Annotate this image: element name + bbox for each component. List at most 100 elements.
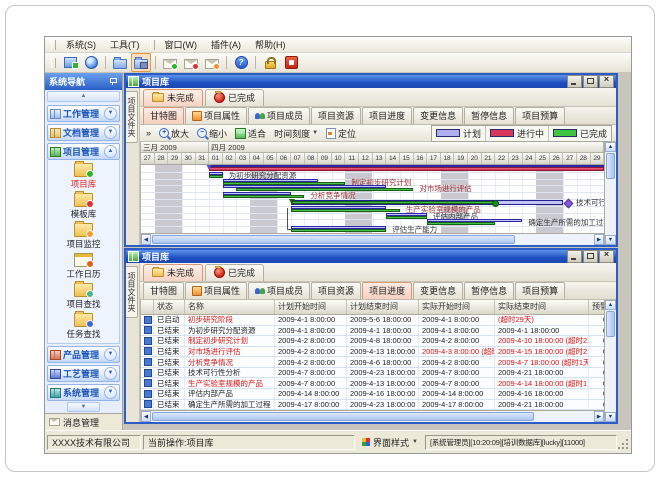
gantt-bar[interactable] — [291, 201, 495, 204]
sidebar-nav-item[interactable]: 项目库 — [48, 162, 119, 192]
sidebar-nav-item[interactable]: 项目文档查找 — [48, 342, 119, 344]
close-button[interactable] — [599, 250, 614, 263]
project-folders-tab[interactable]: 项目文件夹 — [126, 91, 138, 143]
view-tab[interactable]: 项目资源 — [311, 282, 361, 299]
mail-manage-button[interactable] — [202, 53, 222, 72]
scrollbar-thumb[interactable] — [606, 311, 615, 337]
toolbar-grip[interactable] — [51, 58, 56, 68]
view-tab[interactable]: 暂停信息 — [464, 282, 514, 299]
table-vertical-scrollbar[interactable]: ▲ ▼ — [604, 300, 616, 422]
sidebar-nav-item[interactable]: 项目查找 — [48, 282, 119, 312]
sidebar-section-work[interactable]: 工作管理 ▼ — [47, 105, 120, 122]
status-tab[interactable]: 未完成 — [143, 264, 203, 281]
status-tab[interactable]: 已完成 — [205, 89, 264, 106]
locate-button[interactable]: 定位 — [324, 127, 358, 140]
timescale-button[interactable]: 时间刻度▼ — [272, 127, 320, 140]
scroll-up-icon[interactable]: ▲ — [605, 142, 616, 152]
toolbar-more-button[interactable]: » — [144, 128, 153, 138]
table-row[interactable]: 已结束 对市场进行评估 2009-4-2 8:00:00 2009-4-13 1… — [141, 347, 604, 358]
scrollbar-thumb[interactable] — [152, 412, 534, 421]
chevron-down-icon[interactable]: ▼ — [104, 386, 117, 399]
header-name[interactable]: 名称 — [185, 300, 275, 314]
zoom-in-button[interactable]: +放大 — [157, 127, 191, 140]
ui-style-button[interactable]: 界面样式 ▼ — [357, 435, 423, 450]
exit-button[interactable] — [281, 53, 301, 72]
fit-button[interactable]: ↔适合 — [233, 127, 268, 140]
mail-send-button[interactable] — [181, 53, 201, 72]
sidebar-nav-item[interactable]: 模板库 — [48, 192, 119, 222]
view-tab[interactable]: 变更信息 — [413, 282, 463, 299]
table-row[interactable]: 已结束 评估内部产品 2009-4-14 8:00:00 2009-4-16 1… — [141, 389, 604, 400]
restore-button[interactable] — [583, 250, 598, 263]
network-button[interactable] — [81, 53, 101, 72]
sidebar-section-doc[interactable]: 文档管理 ▼ — [47, 124, 120, 141]
menu-tools[interactable]: 工具(T) — [103, 37, 147, 52]
chevron-down-icon[interactable]: ▼ — [104, 348, 117, 361]
window-title-bar[interactable]: 项目库 — [126, 75, 616, 88]
minimize-button[interactable] — [567, 250, 582, 263]
header-plan-start[interactable]: 计划开始时间 — [275, 300, 347, 314]
table-row[interactable]: 已结束 为初步研究分配资源 2009-4-1 8:00:00 2009-4-1 … — [141, 326, 604, 337]
scroll-down-icon[interactable]: ▼ — [605, 412, 616, 422]
gantt-bar[interactable] — [209, 175, 223, 178]
status-tab[interactable]: 未完成 — [143, 89, 203, 106]
resize-grip[interactable] — [619, 434, 629, 450]
table-row[interactable]: 已结束 制定初步研究计划 2009-4-2 8:00:00 2009-4-8 1… — [141, 336, 604, 347]
gantt-horizontal-scrollbar[interactable]: ◀ ▶ — [141, 233, 604, 245]
view-tab[interactable]: 项目属性 — [185, 282, 247, 299]
save-folder-button[interactable] — [131, 53, 151, 72]
sidebar-nav-item[interactable]: 任务查找 — [48, 312, 119, 342]
window-title-bar[interactable]: 项目库 — [126, 250, 616, 263]
restore-button[interactable] — [583, 75, 598, 88]
view-tab[interactable]: 项目进度 — [362, 107, 412, 124]
gantt-bar[interactable] — [223, 195, 305, 198]
workstation-button[interactable] — [60, 53, 80, 72]
scroll-down-icon[interactable]: ▼ — [605, 235, 616, 245]
menu-system[interactable]: 系统(S) — [59, 37, 103, 52]
gantt-bar[interactable] — [291, 229, 386, 232]
sidebar-section-project[interactable]: 项目管理 ▲ — [47, 143, 120, 160]
scroll-right-icon[interactable]: ▶ — [594, 234, 604, 245]
help-button[interactable]: ? — [231, 53, 251, 72]
header-plan-end[interactable]: 计划结束时间 — [347, 300, 419, 314]
sidebar-nav-item[interactable]: 项目监控 — [48, 222, 119, 252]
view-tab[interactable]: 项目属性 — [185, 107, 247, 124]
scrollbar-thumb[interactable] — [152, 235, 515, 244]
view-tab[interactable]: 项目预算 — [515, 107, 565, 124]
gantt-bar[interactable] — [386, 216, 427, 219]
view-tab[interactable]: 项目成员 — [248, 107, 310, 124]
view-tab[interactable]: 变更信息 — [413, 107, 463, 124]
sidebar-nav-item[interactable]: 工作日历 — [48, 252, 119, 282]
header-status[interactable]: 状态 — [154, 300, 185, 314]
gantt-body[interactable]: 为初步研究分配资源制定初步研究计划对市场进行评估分析竞争情况技术可行性分析生产实… — [141, 165, 604, 233]
lock-button[interactable] — [260, 53, 280, 72]
view-tab[interactable]: 甘特图 — [143, 107, 184, 124]
view-tab[interactable]: 项目进度 — [362, 282, 412, 299]
sidebar-section-process[interactable]: 工艺管理 ▼ — [47, 365, 120, 382]
sidebar-scroll-more-button[interactable]: ▼ — [67, 402, 100, 412]
view-tab[interactable]: 项目成员 — [248, 282, 310, 299]
scrollbar-thumb[interactable] — [606, 153, 615, 179]
view-tab[interactable]: 项目资源 — [311, 107, 361, 124]
header-actual-start[interactable]: 实际开始时间 — [419, 300, 495, 314]
project-folders-tab[interactable]: 项目文件夹 — [126, 266, 138, 318]
header-warning[interactable]: 预警 — [589, 300, 604, 314]
table-row[interactable]: 已结束 技术可行性分析 2009-4-7 8:00:00 2009-4-23 1… — [141, 368, 604, 379]
scroll-left-icon[interactable]: ◀ — [141, 411, 151, 422]
menu-grip[interactable] — [51, 40, 56, 50]
header-actual-end[interactable]: 实际结束时间 — [495, 300, 589, 314]
chevron-down-icon[interactable]: ▼ — [104, 367, 117, 380]
view-tab[interactable]: 项目预算 — [515, 282, 565, 299]
menu-help[interactable]: 帮助(H) — [248, 37, 293, 52]
table-horizontal-scrollbar[interactable]: ◀ ▶ — [141, 410, 604, 422]
view-tab[interactable]: 暂停信息 — [464, 107, 514, 124]
sidebar-tab-messages[interactable]: 消息管理 — [45, 413, 122, 430]
view-tab[interactable]: 甘特图 — [143, 282, 184, 299]
pin-icon[interactable] — [109, 77, 118, 86]
mail-receive-button[interactable] — [160, 53, 180, 72]
minimize-button[interactable] — [567, 75, 582, 88]
menu-window[interactable]: 窗口(W) — [158, 37, 205, 52]
sidebar-collapse-button[interactable]: ▲ — [47, 91, 120, 102]
table-row[interactable]: 已启动 初步研究阶段 2009-4-1 8:00:00 2009-5-6 18:… — [141, 315, 604, 326]
table-row[interactable]: 已结束 生产实验室规模的产品 2009-4-7 8:00:00 2009-4-1… — [141, 378, 604, 389]
